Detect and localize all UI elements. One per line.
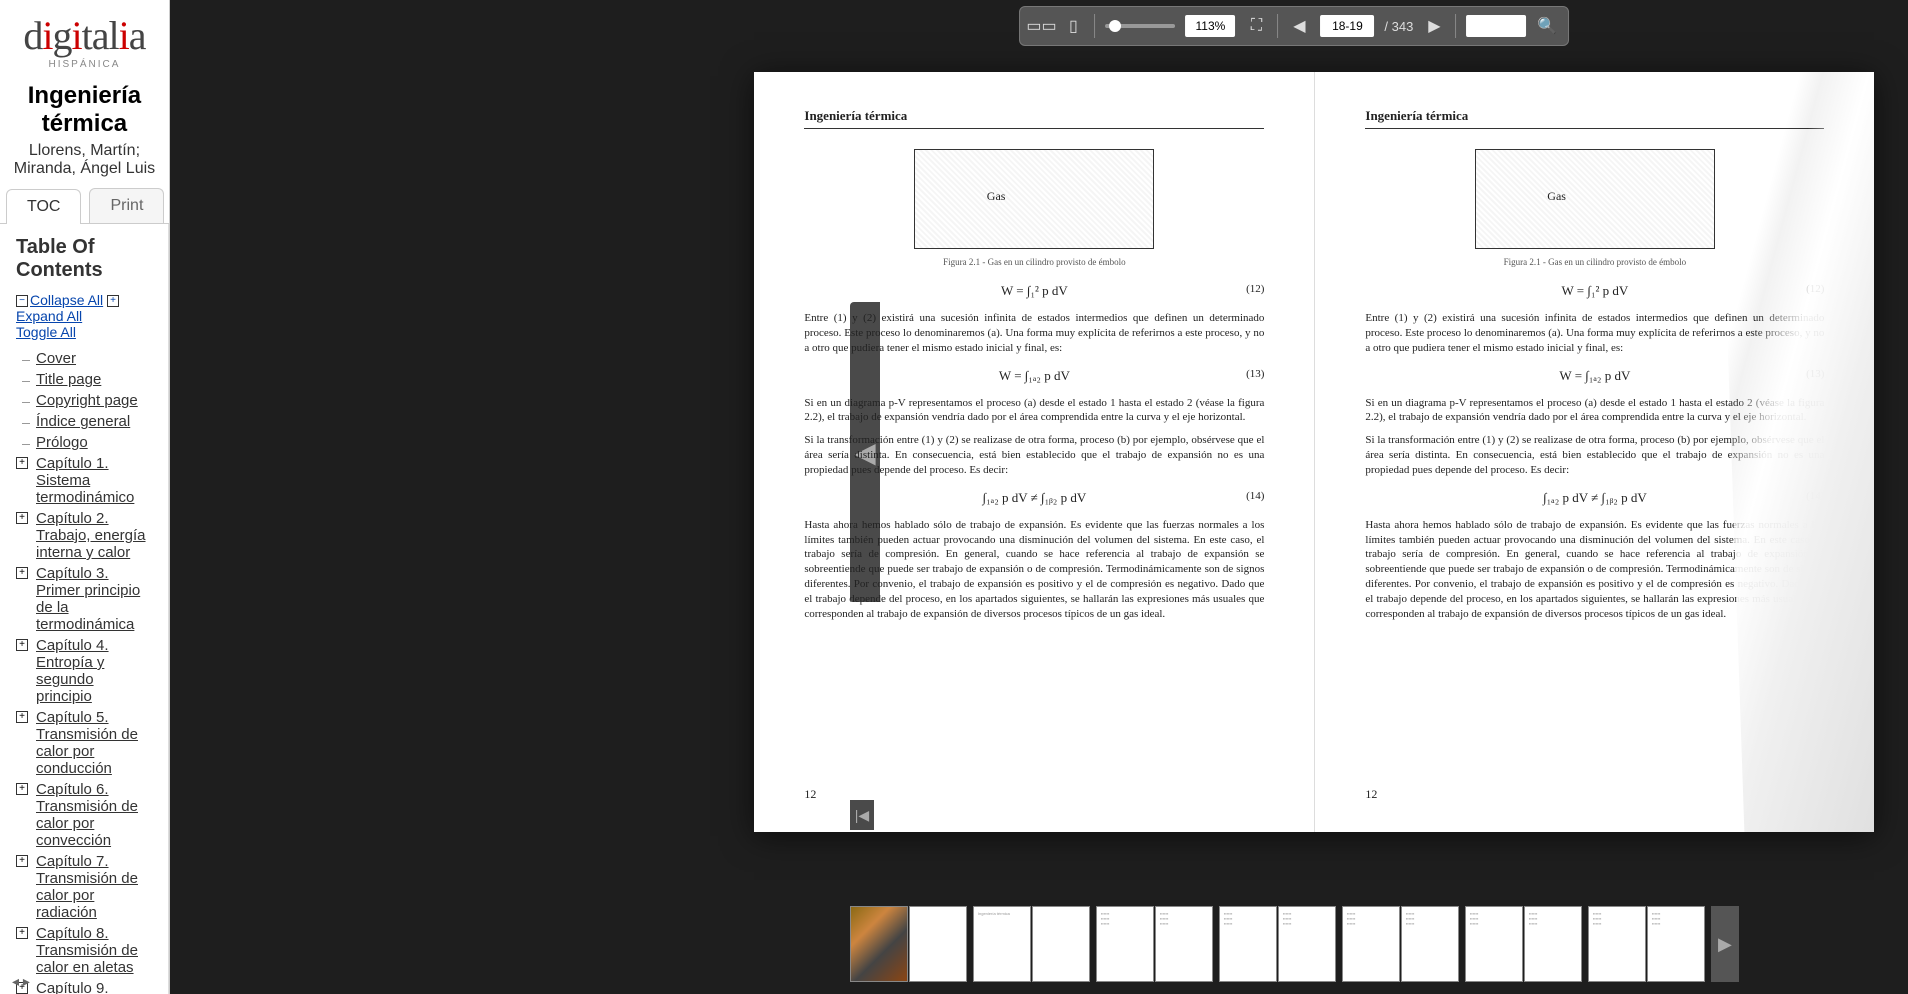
thumbnail[interactable]: ▪▪▪▪▪▪▪▪▪▪▪▪▪▪▪▪▪▪ xyxy=(1524,906,1582,982)
toc-item[interactable]: Copyright page xyxy=(16,392,152,409)
expand-all-link[interactable]: Expand All xyxy=(16,308,82,324)
collapse-all-link[interactable]: Collapse All xyxy=(30,292,103,308)
thumbnail[interactable] xyxy=(850,906,908,982)
expand-icon[interactable]: + xyxy=(107,295,119,307)
search-icon[interactable]: 🔍 xyxy=(1536,15,1558,37)
tab-bar: TOC Print xyxy=(0,188,169,224)
thumbnail[interactable]: ▪▪▪▪▪▪▪▪▪▪▪▪▪▪▪▪▪▪ xyxy=(1342,906,1400,982)
toc-item[interactable]: +Capítulo 9. Transferencia de calor con … xyxy=(16,980,152,994)
scroll-arrows[interactable]: ◂ ▸ xyxy=(12,973,30,990)
toc-item[interactable]: +Capítulo 2. Trabajo, energía interna y … xyxy=(16,510,152,561)
toc-header: Table Of Contents xyxy=(16,236,152,282)
book-authors: Llorens, Martín; Miranda, Ángel Luis xyxy=(0,142,169,178)
plus-icon[interactable]: + xyxy=(16,711,28,723)
thumbnail[interactable]: ▪▪▪▪▪▪▪▪▪▪▪▪▪▪▪▪▪▪ xyxy=(1155,906,1213,982)
two-page-icon[interactable]: ▭▭ xyxy=(1030,15,1052,37)
thumbnail[interactable]: ▪▪▪▪▪▪▪▪▪▪▪▪▪▪▪▪▪▪ xyxy=(1278,906,1336,982)
thumbnail[interactable]: ▪▪▪▪▪▪▪▪▪▪▪▪▪▪▪▪▪▪ xyxy=(1219,906,1277,982)
zoom-slider[interactable] xyxy=(1105,24,1175,28)
brand-logo: digitalia HISPÁNICA xyxy=(0,0,169,78)
left-page: Ingeniería térmica Gas Figura 2.1 - Gas … xyxy=(754,72,1314,832)
single-page-icon[interactable]: ▯ xyxy=(1062,15,1084,37)
zoom-value[interactable]: 113% xyxy=(1185,15,1235,37)
toc-item[interactable]: +Capítulo 7. Transmisión de calor por ra… xyxy=(16,853,152,921)
toc-item[interactable]: +Capítulo 1. Sistema termodinámico xyxy=(16,455,152,506)
plus-icon[interactable]: + xyxy=(16,783,28,795)
prev-page-icon[interactable]: ◀ xyxy=(1288,15,1310,37)
page-total: / 343 xyxy=(1384,19,1413,34)
toc-item[interactable]: +Capítulo 4. Entropía y segundo principi… xyxy=(16,637,152,705)
toc-item[interactable]: Índice general xyxy=(16,413,152,430)
sidebar: digitalia HISPÁNICA Ingeniería térmica L… xyxy=(0,0,170,994)
book-spread: Ingeniería térmica Gas Figura 2.1 - Gas … xyxy=(754,72,1874,832)
toc-panel: Table Of Contents −Collapse All + Expand … xyxy=(0,224,169,994)
thumbnail[interactable]: ▪▪▪▪▪▪▪▪▪▪▪▪▪▪▪▪▪▪ xyxy=(1647,906,1705,982)
page-area: ◀ |◀ Ingeniería térmica Gas Figura 2.1 -… xyxy=(170,0,1908,904)
fit-screen-icon[interactable]: ⛶ xyxy=(1245,15,1267,37)
plus-icon[interactable]: + xyxy=(16,457,28,469)
plus-icon[interactable]: + xyxy=(16,927,28,939)
toolbar: ▭▭ ▯ 113% ⛶ ◀ 18-19 / 343 ▶ 🔍 xyxy=(1019,6,1569,46)
plus-icon[interactable]: + xyxy=(16,639,28,651)
thumbnail[interactable]: ▪▪▪▪▪▪▪▪▪▪▪▪▪▪▪▪▪▪ xyxy=(1096,906,1154,982)
toc-item[interactable]: +Capítulo 3. Primer principio de la term… xyxy=(16,565,152,633)
toc-item[interactable]: Title page xyxy=(16,371,152,388)
tab-toc[interactable]: TOC xyxy=(6,189,81,224)
next-page-icon[interactable]: ▶ xyxy=(1423,15,1445,37)
thumbnail[interactable] xyxy=(1032,906,1090,982)
thumbnails-next-button[interactable]: ▶ xyxy=(1711,906,1739,982)
thumbnail[interactable]: ▪▪▪▪▪▪▪▪▪▪▪▪▪▪▪▪▪▪ xyxy=(1588,906,1646,982)
thumbnail[interactable]: ▪▪▪▪▪▪▪▪▪▪▪▪▪▪▪▪▪▪ xyxy=(1401,906,1459,982)
search-input[interactable] xyxy=(1466,15,1526,37)
thumbnail[interactable]: ▪▪▪▪▪▪▪▪▪▪▪▪▪▪▪▪▪▪ xyxy=(1465,906,1523,982)
right-page: Ingeniería térmica Gas Figura 2.1 - Gas … xyxy=(1314,72,1874,832)
gas-diagram: Gas xyxy=(914,149,1154,249)
book-title: Ingeniería térmica xyxy=(0,82,169,138)
toggle-all-link[interactable]: Toggle All xyxy=(16,324,76,340)
toc-item[interactable]: Prólogo xyxy=(16,434,152,451)
page-input[interactable]: 18-19 xyxy=(1320,15,1374,37)
slider-thumb[interactable] xyxy=(1109,20,1121,32)
tab-print[interactable]: Print xyxy=(89,188,164,223)
toc-item[interactable]: +Capítulo 5. Transmisión de calor por co… xyxy=(16,709,152,777)
toc-item[interactable]: +Capítulo 8. Transmisión de calor en ale… xyxy=(16,925,152,976)
viewer: ▭▭ ▯ 113% ⛶ ◀ 18-19 / 343 ▶ 🔍 ◀ |◀ Ingen… xyxy=(170,0,1908,994)
thumbnail[interactable] xyxy=(909,906,967,982)
toc-item[interactable]: Cover xyxy=(16,350,152,367)
plus-icon[interactable]: + xyxy=(16,512,28,524)
plus-icon[interactable]: + xyxy=(16,855,28,867)
toc-controls: −Collapse All + Expand All Toggle All xyxy=(16,292,152,340)
gas-diagram: Gas xyxy=(1475,149,1715,249)
toc-list: Cover Title page Copyright page Índice g… xyxy=(16,350,152,994)
thumbnail[interactable]: Ingeniería térmica xyxy=(973,906,1031,982)
thumbnail-strip: Ingeniería térmica ▪▪▪▪▪▪▪▪▪▪▪▪▪▪▪▪▪▪▪▪▪… xyxy=(170,904,1908,994)
collapse-icon[interactable]: − xyxy=(16,295,28,307)
plus-icon[interactable]: + xyxy=(16,567,28,579)
toc-item[interactable]: +Capítulo 6. Transmisión de calor por co… xyxy=(16,781,152,849)
